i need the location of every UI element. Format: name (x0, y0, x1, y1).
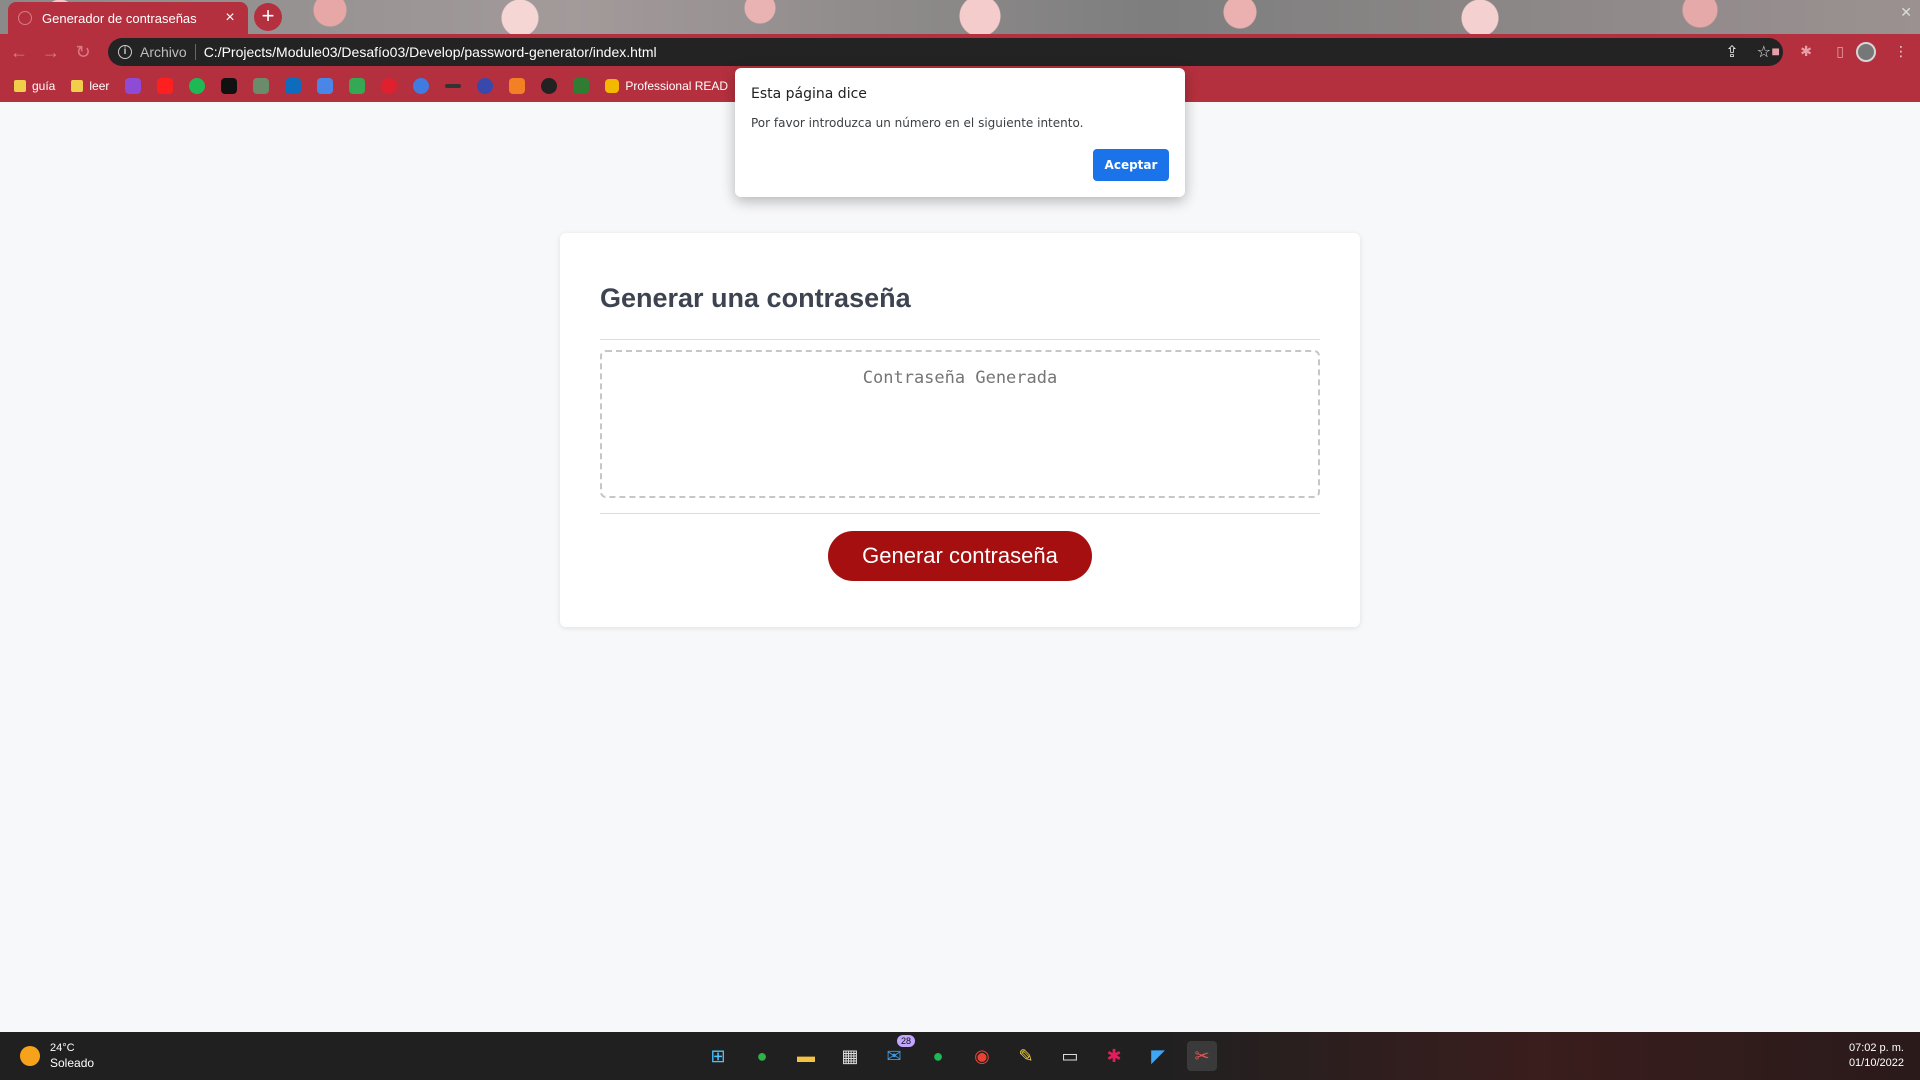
bookmark-star-icon[interactable]: ☆ (1757, 42, 1771, 62)
dash-icon (445, 84, 462, 88)
alert-dialog: Esta página dice Por favor introduzca un… (735, 68, 1185, 197)
bookmark-folder-leer[interactable]: leer (71, 79, 109, 93)
tab-title: Generador de contraseñas (42, 10, 197, 26)
bookmark-label: guía (32, 79, 56, 93)
bookmark-spotify[interactable] (189, 78, 206, 94)
dialog-accept-button[interactable]: Aceptar (1093, 149, 1169, 181)
temperature: 24°C (50, 1042, 75, 1054)
taskbar: 24°C Soleado ⊞ ● ▬ ▦ ✉ 28 ● ◉ ✎ ▭ ✱ ◤ ✂ 0… (0, 1032, 1920, 1080)
sun-icon (20, 1046, 40, 1066)
sidepanel-icon[interactable]: ▯ (1836, 43, 1844, 60)
bookmark-twitch[interactable] (125, 78, 142, 94)
github-icon (541, 78, 558, 94)
window-close-icon[interactable]: ✕ (1900, 4, 1912, 21)
bookmark-label: Professional READ (625, 79, 729, 93)
dialog-title: Esta página dice (751, 86, 867, 102)
bookmark-red[interactable] (381, 78, 398, 94)
bookmark-app[interactable] (221, 78, 238, 94)
site-info-icon[interactable]: i (118, 45, 132, 59)
twitch-icon (125, 78, 142, 94)
outlook-icon (285, 78, 302, 94)
page-content: Generar una contraseña Generar contraseñ… (0, 102, 1920, 1032)
bookmark-globe[interactable] (477, 78, 494, 94)
bookmark-maps[interactable] (349, 78, 366, 94)
bookmark-link[interactable] (253, 78, 270, 94)
bookmark-folder-guia[interactable]: guía (14, 79, 55, 93)
file-explorer-icon[interactable]: ▬ (791, 1041, 821, 1071)
translate-icon (317, 78, 334, 94)
share-icon[interactable]: ⇪ (1725, 42, 1738, 62)
link-icon (253, 78, 270, 94)
back-icon[interactable]: ← (6, 42, 32, 63)
stackoverflow-icon (509, 78, 526, 94)
menu-icon[interactable]: ⋮ (1894, 43, 1908, 60)
app-icon (221, 78, 238, 94)
new-tab-button[interactable]: + (254, 3, 282, 31)
slack-icon[interactable]: ✱ (1099, 1041, 1129, 1071)
bookmark-professional-readme[interactable]: Professional READ (605, 79, 728, 93)
chrome-icon[interactable]: ◉ (967, 1041, 997, 1071)
extensions-puzzle-icon[interactable]: ✱ (1800, 43, 1812, 60)
tab-close-icon[interactable]: × (222, 9, 238, 27)
evernote-icon[interactable]: ● (747, 1041, 777, 1071)
green-app-icon (573, 78, 590, 94)
page-title: Generar una contraseña (600, 283, 911, 313)
weather-widget[interactable]: 24°C Soleado (20, 1042, 94, 1070)
vscode-icon[interactable]: ◤ (1143, 1041, 1173, 1071)
tab-favicon-icon (18, 11, 32, 25)
clock-time: 07:02 p. m. (1848, 1042, 1904, 1054)
extension-icon[interactable]: ■ (1772, 43, 1780, 59)
weather-condition: Soleado (50, 1056, 95, 1070)
terminal-icon[interactable]: ▭ (1055, 1041, 1085, 1071)
bookmark-stackoverflow[interactable] (509, 78, 526, 94)
bookmark-green[interactable] (573, 78, 590, 94)
youtube-icon (157, 78, 174, 94)
store-icon[interactable]: ▦ (835, 1041, 865, 1071)
password-card: Generar una contraseña Generar contraseñ… (560, 233, 1360, 627)
profile-avatar[interactable] (1856, 42, 1876, 62)
red-app-icon (381, 78, 398, 94)
bookmark-blue[interactable] (413, 78, 430, 94)
spotify-icon[interactable]: ● (923, 1041, 953, 1071)
mail-badge: 28 (896, 1035, 915, 1047)
password-output[interactable] (600, 350, 1320, 498)
globe-icon (477, 78, 494, 94)
folder-icon (14, 80, 26, 92)
browser-toolbar: ← → ↻ i Archivo C:/Projects/Module03/Des… (0, 34, 1920, 70)
reload-icon[interactable]: ↻ (70, 42, 96, 63)
address-scheme: Archivo (140, 44, 196, 60)
divider (600, 339, 1320, 340)
sticky-app-icon[interactable]: ✎ (1011, 1041, 1041, 1071)
divider (600, 513, 1320, 514)
spotify-icon (189, 78, 206, 94)
bookmark-label: leer (89, 79, 110, 93)
bookmark-outlook[interactable] (285, 78, 302, 94)
forward-icon[interactable]: → (38, 42, 64, 63)
address-bar[interactable]: i Archivo C:/Projects/Module03/Desafío03… (108, 38, 1783, 66)
bookmark-translate[interactable] (317, 78, 334, 94)
bookmark-github[interactable] (541, 78, 558, 94)
readme-icon (605, 79, 620, 93)
folder-icon (71, 80, 84, 92)
address-url[interactable]: C:/Projects/Module03/Desafío03/Develop/p… (204, 44, 657, 60)
mail-icon[interactable]: ✉ 28 (879, 1035, 915, 1071)
generate-password-button[interactable]: Generar contraseña (828, 531, 1092, 581)
tab-active[interactable]: Generador de contraseñas × (8, 2, 248, 34)
bookmark-dash[interactable] (445, 84, 462, 88)
start-icon[interactable]: ⊞ (703, 1041, 733, 1071)
maps-icon (349, 78, 366, 94)
bookmark-youtube[interactable] (157, 78, 174, 94)
snipping-tool-icon[interactable]: ✂ (1187, 1041, 1217, 1071)
blue-app-icon (413, 78, 430, 94)
clock-date: 01/10/2022 (1848, 1057, 1904, 1069)
dialog-message: Por favor introduzca un número en el sig… (751, 116, 1084, 130)
browser-titlebar: Generador de contraseñas × + ✕ (0, 0, 1920, 34)
system-clock[interactable]: 07:02 p. m. 01/10/2022 (1849, 1041, 1904, 1071)
